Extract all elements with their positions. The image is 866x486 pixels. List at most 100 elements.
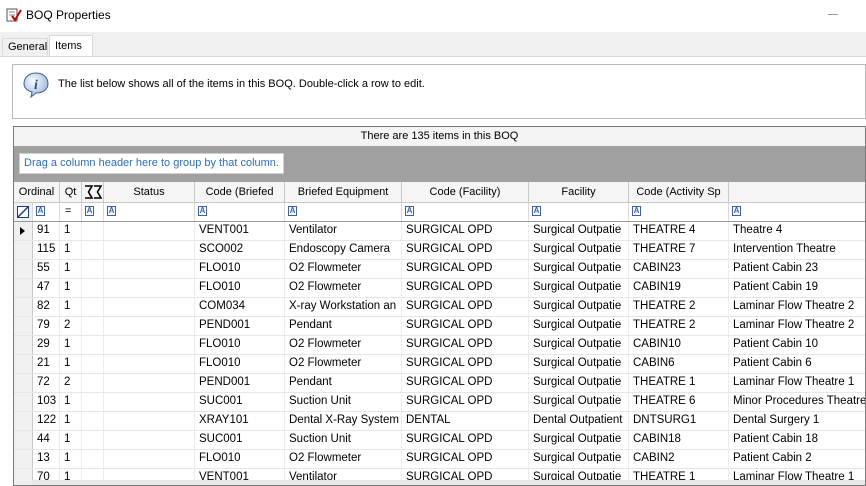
cell-code-briefed[interactable]: SUC001 xyxy=(195,431,285,449)
cell-activity[interactable]: Minor Procedures Theatre xyxy=(729,393,865,411)
filter-sum[interactable]: A xyxy=(82,203,104,221)
cell-facility[interactable]: Surgical Outpatie xyxy=(529,317,629,335)
cell-ordinal[interactable]: 21 xyxy=(33,355,60,373)
column-header-activity[interactable]: A xyxy=(729,182,865,203)
cell-activity[interactable]: Laminar Flow Theatre 2 xyxy=(729,317,865,335)
cell-code-briefed[interactable]: FLO010 xyxy=(195,450,285,468)
cell-activity[interactable]: Patient Cabin 10 xyxy=(729,336,865,354)
cell-ordinal[interactable]: 13 xyxy=(33,450,60,468)
cell-code-activity[interactable]: THEATRE 4 xyxy=(629,222,729,240)
cell-briefed-equipment[interactable]: O2 Flowmeter xyxy=(285,260,402,278)
cell-code-briefed[interactable]: FLO010 xyxy=(195,336,285,354)
cell-qty[interactable]: 1 xyxy=(60,298,82,316)
cell-code-facility[interactable]: SURGICAL OPD xyxy=(402,279,529,297)
cell-code-facility[interactable]: SURGICAL OPD xyxy=(402,260,529,278)
cell-qty[interactable]: 1 xyxy=(60,279,82,297)
cell-code-activity[interactable]: CABIN2 xyxy=(629,450,729,468)
cell-briefed-equipment[interactable]: O2 Flowmeter xyxy=(285,279,402,297)
cell-ordinal[interactable]: 47 xyxy=(33,279,60,297)
table-row[interactable]: 103 1 SUC001 Suction Unit SURGICAL OPD Surgic… xyxy=(14,393,865,412)
cell-activity[interactable]: Patient Cabin 6 xyxy=(729,355,865,373)
row-selector[interactable] xyxy=(14,393,33,411)
cell-code-activity[interactable]: THEATRE 7 xyxy=(629,241,729,259)
row-selector[interactable] xyxy=(14,222,33,240)
cell-briefed-equipment[interactable]: Pendant xyxy=(285,317,402,335)
cell-code-briefed[interactable]: SUC001 xyxy=(195,393,285,411)
cell-sum[interactable] xyxy=(82,355,104,373)
cell-briefed-equipment[interactable]: O2 Flowmeter xyxy=(285,336,402,354)
cell-status[interactable] xyxy=(104,450,195,468)
cell-sum[interactable] xyxy=(82,279,104,297)
cell-activity[interactable]: Patient Cabin 19 xyxy=(729,279,865,297)
cell-status[interactable] xyxy=(104,241,195,259)
cell-code-activity[interactable]: CABIN23 xyxy=(629,260,729,278)
cell-ordinal[interactable]: 91 xyxy=(33,222,60,240)
cell-briefed-equipment[interactable]: Ventilator xyxy=(285,222,402,240)
cell-briefed-equipment[interactable]: Suction Unit xyxy=(285,431,402,449)
column-header-qty[interactable]: Qt xyxy=(60,182,82,203)
filter-facility[interactable]: A xyxy=(529,203,629,221)
cell-briefed-equipment[interactable]: Suction Unit xyxy=(285,393,402,411)
cell-qty[interactable]: 1 xyxy=(60,412,82,430)
row-selector[interactable] xyxy=(14,355,33,373)
cell-code-facility[interactable]: DENTAL xyxy=(402,412,529,430)
cell-sum[interactable] xyxy=(82,336,104,354)
cell-sum[interactable] xyxy=(82,450,104,468)
cell-code-facility[interactable]: SURGICAL OPD xyxy=(402,431,529,449)
cell-status[interactable] xyxy=(104,298,195,316)
cell-activity[interactable]: Patient Cabin 2 xyxy=(729,450,865,468)
row-selector[interactable] xyxy=(14,298,33,316)
table-row[interactable]: 82 1 COM034 X-ray Workstation an SURGICAL OP… xyxy=(14,298,865,317)
cell-ordinal[interactable]: 82 xyxy=(33,298,60,316)
row-selector[interactable] xyxy=(14,317,33,335)
cell-qty[interactable]: 1 xyxy=(60,355,82,373)
table-row[interactable]: 122 1 XRAY101 Dental X-Ray System DENTAL Dent… xyxy=(14,412,865,431)
cell-briefed-equipment[interactable]: Pendant xyxy=(285,374,402,392)
row-selector[interactable] xyxy=(14,241,33,259)
cell-sum[interactable] xyxy=(82,374,104,392)
cell-ordinal[interactable]: 44 xyxy=(33,431,60,449)
cell-ordinal[interactable]: 103 xyxy=(33,393,60,411)
row-selector[interactable] xyxy=(14,336,33,354)
table-row[interactable]: 79 2 PEND001 Pendant SURGICAL OPD Surgical Ou… xyxy=(14,317,865,336)
table-row[interactable]: 21 1 FLO010 O2 Flowmeter SURGICAL OPD Surgica… xyxy=(14,355,865,374)
cell-facility[interactable]: Surgical Outpatie xyxy=(529,355,629,373)
clear-filter-cell[interactable] xyxy=(14,203,33,221)
cell-code-activity[interactable]: THEATRE 2 xyxy=(629,298,729,316)
column-header-sum[interactable] xyxy=(82,182,104,203)
cell-ordinal[interactable]: 29 xyxy=(33,336,60,354)
cell-code-facility[interactable]: SURGICAL OPD xyxy=(402,374,529,392)
cell-activity[interactable]: Laminar Flow Theatre 1 xyxy=(729,374,865,392)
cell-code-facility[interactable]: SURGICAL OPD xyxy=(402,241,529,259)
column-header-status[interactable]: Status xyxy=(104,182,195,203)
cell-code-activity[interactable]: CABIN6 xyxy=(629,355,729,373)
cell-code-activity[interactable]: CABIN10 xyxy=(629,336,729,354)
cell-sum[interactable] xyxy=(82,298,104,316)
cell-sum[interactable] xyxy=(82,393,104,411)
filter-qty[interactable]: = xyxy=(60,203,82,221)
cell-qty[interactable]: 2 xyxy=(60,317,82,335)
column-header-code-activity[interactable]: Code (Activity Sp xyxy=(629,182,729,203)
filter-code-activity[interactable]: A xyxy=(629,203,729,221)
cell-ordinal[interactable]: 72 xyxy=(33,374,60,392)
filter-code-facility[interactable]: A xyxy=(402,203,529,221)
cell-qty[interactable]: 1 xyxy=(60,431,82,449)
cell-activity[interactable]: Laminar Flow Theatre 2 xyxy=(729,298,865,316)
cell-code-briefed[interactable]: PEND001 xyxy=(195,374,285,392)
cell-status[interactable] xyxy=(104,260,195,278)
cell-code-facility[interactable]: SURGICAL OPD xyxy=(402,336,529,354)
cell-code-activity[interactable]: THEATRE 1 xyxy=(629,374,729,392)
cell-status[interactable] xyxy=(104,222,195,240)
filter-code-briefed[interactable]: A xyxy=(195,203,285,221)
cell-status[interactable] xyxy=(104,374,195,392)
cell-qty[interactable]: 2 xyxy=(60,374,82,392)
cell-code-activity[interactable]: THEATRE 2 xyxy=(629,317,729,335)
cell-sum[interactable] xyxy=(82,431,104,449)
cell-sum[interactable] xyxy=(82,412,104,430)
cell-qty[interactable]: 1 xyxy=(60,450,82,468)
cell-facility[interactable]: Surgical Outpatie xyxy=(529,450,629,468)
filter-status[interactable]: A xyxy=(104,203,195,221)
cell-code-briefed[interactable]: FLO010 xyxy=(195,355,285,373)
cell-activity[interactable]: Dental Surgery 1 xyxy=(729,412,865,430)
table-row[interactable]: 115 1 SCO002 Endoscopy Camera SURGICAL OPD Su… xyxy=(14,241,865,260)
